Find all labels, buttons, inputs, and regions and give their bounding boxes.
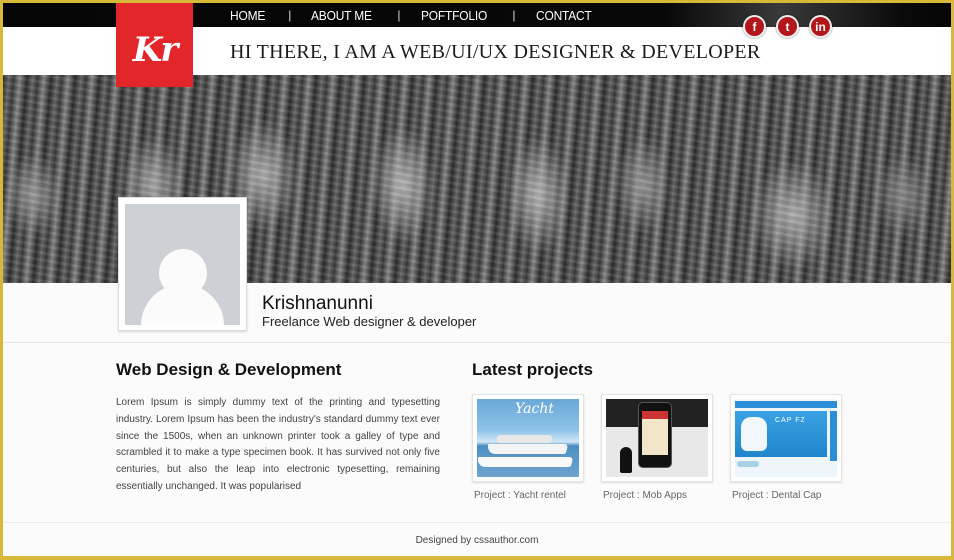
nav-portfolio[interactable]: POFTFOLIO — [421, 8, 487, 23]
facebook-icon[interactable]: f — [743, 15, 766, 38]
thumb-pill — [737, 461, 759, 467]
yacht-shape — [485, 444, 569, 454]
thumb-title: CAP FZ — [775, 417, 806, 424]
project-thumbnail[interactable] — [601, 394, 713, 482]
page-frame: HOME | ABOUT ME | POFTFOLIO | CONTACT HI… — [3, 3, 951, 556]
default-user-icon — [125, 204, 240, 325]
thumb-sidebar — [830, 411, 837, 461]
social-links: f t in — [743, 15, 832, 38]
project-caption[interactable]: Project : Mob Apps — [601, 490, 713, 501]
avatar[interactable] — [118, 197, 247, 331]
twitter-icon[interactable]: t — [776, 15, 799, 38]
tooth-icon — [741, 417, 767, 451]
thumb-title: Yacht — [515, 401, 554, 417]
avatar-body-shape — [141, 284, 224, 325]
project-thumbnail[interactable]: CAP FZ — [730, 394, 842, 482]
logo-text: Kr — [132, 30, 178, 70]
runner-silhouette — [620, 447, 632, 473]
mobile-app-thumbnail-image — [606, 399, 708, 477]
page-tagline: HI THERE, I AM A WEB/UI/UX DESIGNER & DE… — [230, 41, 761, 63]
projects-list: Yacht Project : Yacht rentel Project : M… — [472, 394, 842, 501]
nav-separator: | — [288, 8, 292, 22]
yacht-shape — [477, 457, 574, 467]
nav-about-me[interactable]: ABOUT ME — [311, 8, 372, 23]
phone-screen — [642, 411, 668, 455]
project-caption[interactable]: Project : Yacht rentel — [472, 490, 584, 501]
dental-thumbnail-image: CAP FZ — [735, 399, 837, 477]
footer-divider — [3, 522, 951, 523]
project-thumbnail[interactable]: Yacht — [472, 394, 584, 482]
projects-heading: Latest projects — [472, 360, 593, 379]
nav-home[interactable]: HOME — [230, 8, 265, 23]
linkedin-icon[interactable]: in — [809, 15, 832, 38]
site-logo[interactable]: Kr — [116, 3, 193, 87]
project-card[interactable]: CAP FZ Project : Dental Cap — [730, 394, 842, 501]
project-card[interactable]: Project : Mob Apps — [601, 394, 713, 501]
project-card[interactable]: Yacht Project : Yacht rentel — [472, 394, 584, 501]
profile-name: Krishnanunni — [262, 293, 373, 314]
nav-contact[interactable]: CONTACT — [536, 8, 592, 23]
footer-credit: Designed by cssauthor.com — [415, 535, 539, 546]
main-nav: HOME | ABOUT ME | POFTFOLIO | CONTACT — [230, 3, 596, 27]
profile-role: Freelance Web designer & developer — [262, 314, 477, 329]
yacht-shape — [497, 435, 552, 443]
nav-separator: | — [512, 8, 516, 22]
project-caption[interactable]: Project : Dental Cap — [730, 490, 842, 501]
about-heading: Web Design & Development — [116, 360, 342, 379]
about-text: Lorem Ipsum is simply dummy text of the … — [116, 397, 440, 492]
yacht-thumbnail-image: Yacht — [477, 399, 579, 477]
nav-separator: | — [397, 8, 401, 22]
thumb-navbar — [735, 401, 837, 408]
